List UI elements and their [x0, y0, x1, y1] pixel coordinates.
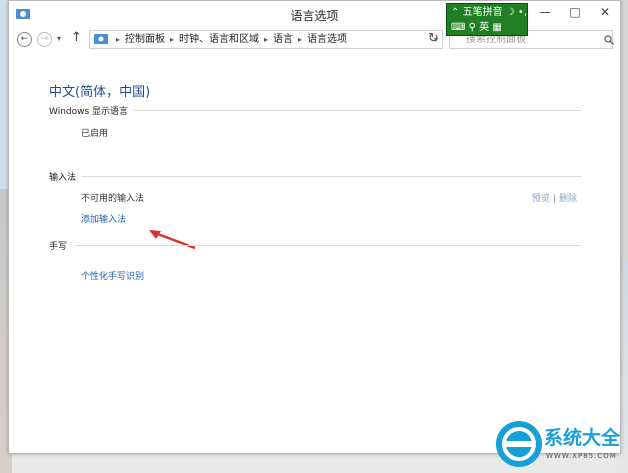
watermark-url: WWW.XP85.COM	[546, 452, 617, 460]
input-method-heading: 输入法	[49, 173, 77, 183]
close-button[interactable]: ✕	[590, 1, 620, 25]
section-divider	[81, 176, 581, 177]
breadcrumb-separator-icon: ▸	[170, 35, 175, 44]
breadcrumb-separator-icon: ▸	[116, 35, 121, 44]
watermark-logo-icon	[502, 427, 536, 461]
minimize-button[interactable]: —	[530, 1, 560, 25]
preview-link[interactable]: 预览	[532, 194, 550, 204]
ime-mode-label[interactable]: 五笔拼音	[463, 7, 503, 18]
breadcrumb-language[interactable]: 语言	[273, 31, 293, 48]
red-annotation-arrow-icon	[149, 230, 196, 250]
back-arrow-icon[interactable]: ←	[17, 32, 32, 47]
handwriting-heading: 手写	[49, 242, 68, 252]
language-title: 中文(简体，中国)	[49, 85, 151, 100]
breadcrumb-separator-icon: ▸	[298, 35, 303, 44]
main-content: 中文(简体，中国) Windows 显示语言 已启用 输入法 不可用的输入法 预…	[9, 61, 620, 453]
section-divider	[134, 110, 581, 111]
breadcrumb-clock-language-region[interactable]: 时钟、语言和区域	[179, 31, 259, 48]
title-bar[interactable]: 语言选项 — □ ✕	[9, 1, 620, 27]
watermark-brand: 系统大全	[544, 427, 621, 449]
ime-expand-icon[interactable]: ⌃	[451, 7, 459, 18]
forward-arrow-icon[interactable]: →	[37, 32, 52, 47]
ime-language-label[interactable]: 英	[479, 22, 489, 33]
ime-search-icon[interactable]: ⚲	[469, 22, 476, 33]
window-title: 语言选项	[290, 9, 339, 23]
maximize-button[interactable]: □	[560, 1, 590, 25]
search-icon[interactable]	[604, 35, 614, 45]
recent-locations-chevron-icon[interactable]: ▾	[57, 34, 61, 43]
address-bar: ← → ▾ ↑ ▸ 控制面板 ▸ 时钟、语言和区域 ▸ 语言 ▸ 语言选项 ▾ ↻ 搜索控制面…	[9, 27, 620, 53]
language-options-window: 语言选项 — □ ✕ ← → ▾ ↑ ▸ 控制面板 ▸ 时钟、语言和区域 ▸ 语言 ▸ 语言选…	[8, 0, 621, 454]
control-panel-path-icon	[94, 34, 108, 44]
remove-link[interactable]: 删除	[559, 194, 577, 204]
watermark: 系统大全 WWW.XP85.COM	[494, 419, 628, 473]
ime-tools-row[interactable]: ⌨ ⚲ 英 ▦	[451, 21, 502, 35]
up-arrow-icon[interactable]: ↑	[71, 30, 82, 45]
refresh-icon[interactable]: ↻	[428, 31, 439, 46]
display-language-status: 已启用	[81, 129, 109, 139]
breadcrumb-separator-icon: ▸	[264, 35, 269, 44]
section-divider	[75, 245, 581, 246]
soft-keyboard-icon[interactable]: ⌨	[451, 22, 465, 33]
actions-separator: |	[552, 194, 556, 204]
unavailable-input-methods-label: 不可用的输入法	[81, 194, 145, 204]
ime-mode-row[interactable]: ⌃ 五笔拼音 ☽ •,	[451, 6, 527, 20]
moon-icon[interactable]: ☽	[506, 7, 515, 18]
breadcrumb-language-options[interactable]: 语言选项	[307, 31, 347, 48]
breadcrumb-control-panel[interactable]: 控制面板	[125, 31, 165, 48]
breadcrumb[interactable]: ▸ 控制面板 ▸ 时钟、语言和区域 ▸ 语言 ▸ 语言选项 ▾	[89, 30, 443, 49]
add-input-method-link[interactable]: 添加输入法	[81, 212, 126, 225]
display-language-heading: Windows 显示语言	[49, 107, 129, 117]
watermark-logo	[496, 421, 542, 467]
ime-menu-icon[interactable]: ▦	[492, 22, 501, 33]
personalize-handwriting-link[interactable]: 个性化手写识别	[81, 269, 144, 282]
ime-toolbar[interactable]: ⌃ 五笔拼音 ☽ •, ⌨ ⚲ 英 ▦	[446, 3, 528, 36]
input-method-actions: 预览 | 删除	[532, 191, 577, 204]
punctuation-icon[interactable]: •,	[518, 7, 527, 18]
